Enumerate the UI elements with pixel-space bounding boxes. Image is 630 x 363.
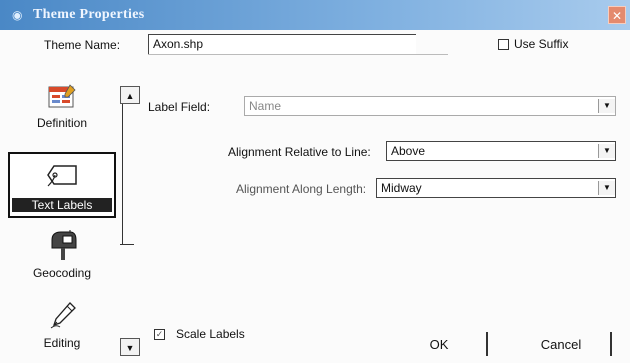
ok-button[interactable]: OK [392, 330, 488, 356]
theme-name-value: Axon.shp [153, 37, 204, 51]
sidebar-scroll-up[interactable]: ▲ [120, 86, 140, 104]
sidebar: Definition Text Labels Geocoding Editing… [8, 78, 140, 358]
use-suffix-checkbox[interactable] [498, 39, 509, 50]
theme-name-label: Theme Name: [44, 38, 121, 52]
window-title: Theme Properties [33, 7, 145, 22]
sidebar-item-definition-label: Definition [36, 116, 88, 130]
alignment-line-label: Alignment Relative to Line: [228, 145, 371, 159]
sidebar-item-editing[interactable]: Editing [8, 300, 116, 356]
pencil-icon [50, 300, 78, 333]
use-suffix-label: Use Suffix [514, 37, 569, 51]
title-bar[interactable]: ◉ Theme Properties ✕ [0, 0, 630, 30]
sidebar-scroll-track[interactable] [122, 104, 123, 244]
theme-name-field[interactable]: Axon.shp [148, 34, 416, 54]
alignment-line-select[interactable]: Above [386, 141, 616, 161]
divider [120, 244, 134, 245]
sidebar-item-text-labels-label: Text Labels [12, 198, 112, 212]
alignment-length-select[interactable]: Midway [376, 178, 616, 198]
app-icon: ◉ [12, 8, 23, 22]
label-field-value: Name [249, 99, 282, 113]
alignment-line-value: Above [391, 144, 426, 158]
text-labels-icon [46, 160, 82, 193]
sidebar-item-geocoding[interactable]: Geocoding [8, 226, 116, 282]
sidebar-item-geocoding-label: Geocoding [32, 266, 92, 280]
label-field-select[interactable]: Name [244, 96, 616, 116]
sidebar-item-editing-label: Editing [43, 336, 81, 350]
cancel-button-label: Cancel [540, 337, 582, 352]
sidebar-scroll-down[interactable]: ▼ [120, 338, 140, 356]
alignment-length-label: Alignment Along Length: [236, 182, 367, 196]
scale-labels-label: Scale Labels [176, 327, 245, 341]
theme-properties-dialog: ◉ Theme Properties ✕ Theme Name: Axon.sh… [0, 0, 630, 363]
sidebar-item-definition[interactable]: Definition [8, 78, 116, 134]
close-button[interactable]: ✕ [608, 6, 626, 24]
ok-button-label: OK [429, 337, 449, 352]
scale-labels-checkbox[interactable]: ✓ [154, 329, 165, 340]
button-edge [610, 332, 612, 356]
chevron-down-icon[interactable]: ▼ [598, 99, 615, 113]
button-edge [486, 332, 488, 356]
chevron-down-icon[interactable]: ▼ [598, 181, 615, 195]
definition-icon [48, 84, 76, 113]
chevron-down-icon[interactable]: ▼ [598, 144, 615, 158]
cancel-button[interactable]: Cancel [512, 330, 612, 356]
divider [148, 54, 448, 55]
sidebar-item-text-labels[interactable]: Text Labels [8, 152, 116, 218]
mailbox-icon [48, 228, 78, 265]
alignment-length-value: Midway [381, 181, 422, 195]
label-field-label: Label Field: [148, 100, 211, 114]
